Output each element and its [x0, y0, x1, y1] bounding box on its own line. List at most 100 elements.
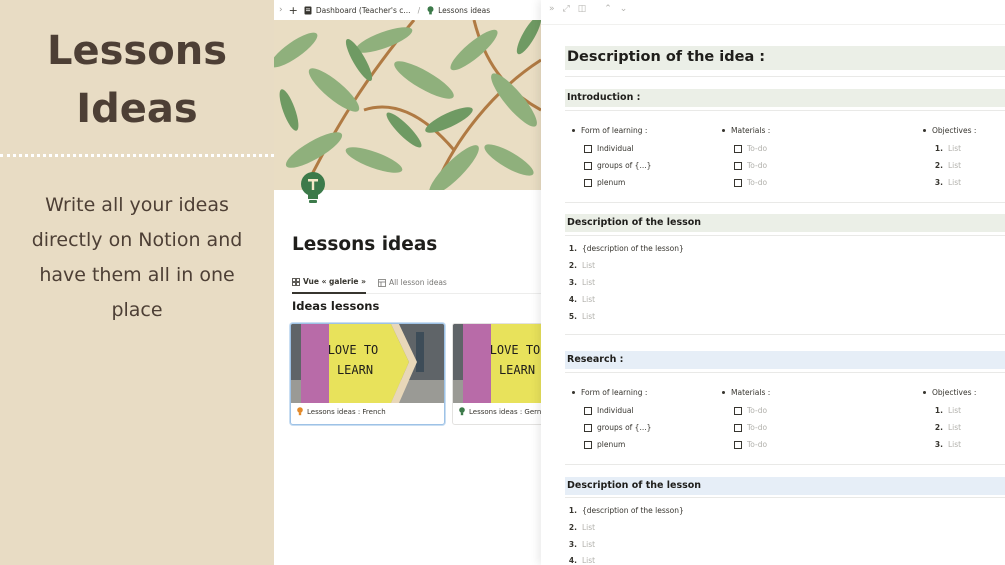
numbered-item[interactable]: 3. List — [933, 178, 961, 187]
promo-text-line: have them all in one — [39, 264, 235, 286]
item-text: List — [582, 278, 596, 287]
numbered-item[interactable]: 1. List — [933, 406, 961, 415]
document-icon — [304, 6, 312, 14]
todo-item[interactable]: To-do — [734, 423, 767, 432]
numbered-item[interactable]: 1. {description of the lesson} — [567, 244, 684, 253]
divider — [565, 334, 1005, 335]
todo-item[interactable]: plenum — [584, 440, 625, 449]
card-image-text: LOVE TO — [328, 343, 379, 357]
materials-title: Materials : — [722, 388, 770, 397]
grid-icon — [292, 277, 300, 286]
numbered-item[interactable]: 5. List — [567, 312, 595, 321]
divider — [565, 76, 1005, 77]
objectives-title: Objectives : — [923, 126, 976, 135]
todo-item[interactable]: To-do — [734, 406, 767, 415]
checkbox[interactable] — [584, 144, 592, 153]
todo-label: To-do — [747, 440, 768, 449]
checkbox[interactable] — [584, 423, 592, 432]
numbered-item[interactable]: 2. List — [933, 161, 961, 170]
numbered-item[interactable]: 2. List — [933, 423, 961, 432]
checkbox[interactable] — [734, 440, 742, 449]
tab-label: Vue « galerie » — [303, 277, 366, 286]
bullet — [572, 391, 575, 394]
todo-item[interactable]: groups of {...} — [584, 423, 651, 432]
numbered-item[interactable]: 3. List — [567, 278, 595, 287]
page-title: Lessons ideas — [292, 234, 438, 255]
item-text: List — [582, 261, 596, 270]
item-number: 2. — [568, 523, 577, 532]
numbered-item[interactable]: 2. List — [567, 523, 595, 532]
checkbox[interactable] — [734, 423, 742, 432]
card-title: Lessons ideas : French — [297, 407, 386, 416]
todo-item[interactable]: plenum — [584, 178, 625, 187]
tab-gallery-view[interactable]: Vue « galerie » — [292, 272, 366, 294]
numbered-item[interactable]: 1. List — [933, 144, 961, 153]
layout-icon[interactable]: ◫ — [578, 4, 587, 14]
divider — [541, 24, 1005, 25]
checkbox[interactable] — [584, 440, 592, 449]
dotted-divider — [0, 154, 274, 157]
item-text: List — [582, 523, 596, 532]
promo-text-line: place — [111, 299, 163, 321]
checkbox[interactable] — [734, 178, 742, 187]
item-text: {description of the lesson} — [582, 506, 684, 515]
bullet — [923, 391, 926, 394]
panel-toolbar: » ⤢ ◫ ⌃ ⌄ — [549, 4, 627, 14]
table-icon — [378, 278, 386, 287]
checkbox[interactable] — [584, 161, 592, 170]
todo-item[interactable]: To-do — [734, 178, 767, 187]
item-text: List — [948, 144, 962, 153]
numbered-item[interactable]: 3. List — [567, 540, 595, 549]
plus-icon[interactable]: + — [289, 4, 298, 17]
card-image-text: LEARN — [337, 363, 373, 377]
breadcrumb-item-lessons-ideas[interactable]: Lessons ideas — [438, 6, 490, 15]
todo-item[interactable]: To-do — [734, 440, 767, 449]
item-number: 1. — [568, 506, 577, 515]
checkbox[interactable] — [734, 144, 742, 153]
collapse-panel-icon[interactable]: » — [549, 4, 555, 14]
numbered-item[interactable]: 4. List — [567, 295, 595, 304]
chevron-up-icon[interactable]: ⌃ — [604, 4, 612, 14]
lightbulb-icon — [427, 5, 434, 14]
section-heading-lesson: Description of the lesson — [565, 214, 1005, 232]
gallery-card[interactable]: LOVE TO LEARN Lessons ideas : Gern — [452, 323, 541, 425]
gallery-card[interactable]: LOVE TO LEARN Lessons ideas : French — [290, 323, 445, 425]
numbered-item[interactable]: 4. List — [567, 556, 595, 565]
item-text: List — [582, 295, 596, 304]
bullet — [923, 129, 926, 132]
todo-item[interactable]: Individual — [584, 406, 634, 415]
item-number: 4. — [568, 295, 577, 304]
item-number: 3. — [568, 540, 577, 549]
chevron-right-icon[interactable]: › — [279, 5, 283, 15]
todo-item[interactable]: To-do — [734, 144, 767, 153]
numbered-item[interactable]: 1. {description of the lesson} — [567, 506, 684, 515]
item-number: 3. — [568, 278, 577, 287]
checkbox[interactable] — [584, 406, 592, 415]
bullet — [722, 391, 725, 394]
todo-label: plenum — [597, 178, 626, 187]
expand-icon[interactable]: ⤢ — [563, 4, 570, 14]
numbered-item[interactable]: 3. List — [933, 440, 961, 449]
todo-label: To-do — [747, 178, 768, 187]
divider — [565, 235, 1005, 236]
chevron-down-icon[interactable]: ⌄ — [620, 4, 628, 14]
lightbulb-page-icon[interactable] — [299, 171, 327, 205]
todo-item[interactable]: groups of {...} — [584, 161, 651, 170]
numbered-item[interactable]: 2. List — [567, 261, 595, 270]
todo-label: groups of {...} — [597, 161, 652, 170]
item-text: List — [948, 423, 962, 432]
section-heading-lesson: Description of the lesson — [565, 477, 1005, 495]
breadcrumb-separator: / — [417, 5, 421, 15]
checkbox[interactable] — [584, 178, 592, 187]
tab-all-lesson-ideas[interactable]: All lesson ideas — [378, 272, 447, 294]
checkbox[interactable] — [734, 161, 742, 170]
item-text: List — [582, 540, 596, 549]
todo-item[interactable]: Individual — [584, 144, 634, 153]
todo-item[interactable]: To-do — [734, 161, 767, 170]
breadcrumb: Dashboard (Teacher's c... / Lessons idea… — [304, 6, 490, 15]
divider — [565, 464, 1005, 465]
form-of-learning-title: Form of learning : — [572, 388, 647, 397]
breadcrumb-item-dashboard[interactable]: Dashboard (Teacher's c... — [316, 6, 411, 15]
bullet — [572, 129, 575, 132]
checkbox[interactable] — [734, 406, 742, 415]
